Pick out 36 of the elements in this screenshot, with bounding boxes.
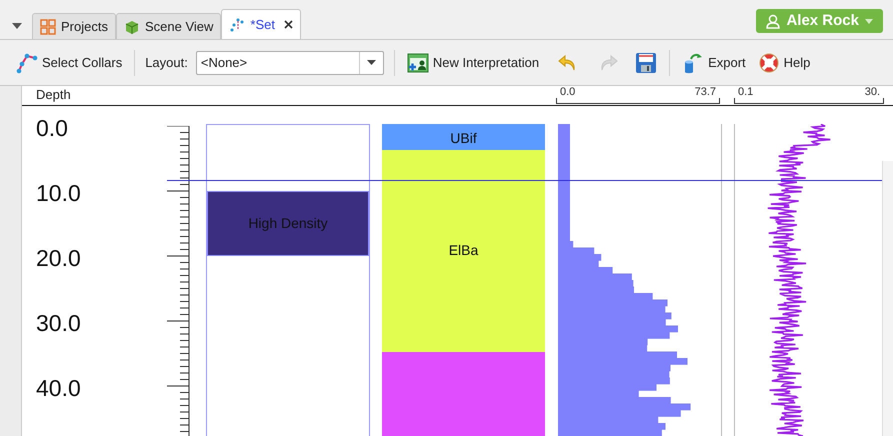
drillhole-icon	[16, 52, 38, 74]
cylinder-arrow-icon	[682, 52, 704, 74]
cube-icon	[124, 18, 140, 34]
close-icon[interactable]	[284, 20, 293, 29]
caret-icon	[366, 60, 376, 65]
scale-max: 30.	[864, 86, 880, 98]
tab[interactable]: *Set	[221, 9, 301, 39]
help-button[interactable]: Help	[756, 48, 812, 76]
lithology-block: ElBa	[382, 150, 545, 352]
depth-label: 40.0	[36, 375, 81, 401]
vertical-scrollbar[interactable]	[882, 161, 893, 436]
depth-label: 0.0	[36, 115, 68, 141]
grid-icon	[40, 18, 56, 34]
drillhole-icon	[229, 16, 246, 32]
scale-min: 0.0	[560, 86, 576, 98]
layout-dropdown[interactable]: <None>	[196, 50, 384, 74]
caret-icon	[865, 18, 873, 24]
save-icon	[635, 52, 658, 74]
new-interpretation-button[interactable]: New Interpretation	[404, 48, 542, 76]
lithology-block: UBif	[382, 124, 545, 152]
interval-block: High Density	[207, 191, 369, 256]
depth-label: 20.0	[36, 245, 81, 271]
depth-label: 30.0	[36, 310, 81, 336]
scale-max: 73.7	[694, 86, 716, 98]
tab[interactable]: Projects	[32, 13, 116, 39]
panel-add-icon	[406, 52, 429, 74]
scale-min: 0.1	[738, 86, 754, 98]
view-menu-icon[interactable]	[12, 23, 22, 29]
depth-heading: Depth	[36, 87, 71, 103]
lifebuoy-icon	[758, 52, 780, 74]
user-icon	[766, 14, 780, 28]
layout-label: Layout:	[145, 54, 188, 72]
export-button[interactable]: Export	[680, 48, 748, 76]
select-collars-button[interactable]: Select Collars	[14, 48, 124, 76]
tab[interactable]: Scene View	[116, 13, 222, 39]
depth-label: 10.0	[36, 180, 81, 206]
